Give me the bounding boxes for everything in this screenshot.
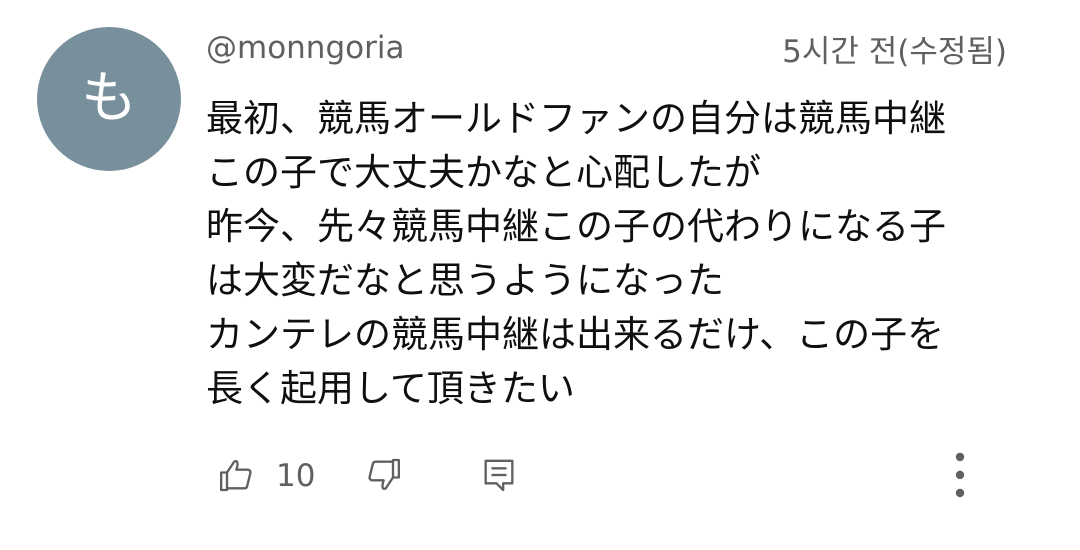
comment-body-line: 昨今、先々競馬中継この子の代わりになる子: [206, 205, 946, 248]
more-options-button[interactable]: [938, 446, 982, 504]
comment-timestamp: 5시간 전(수정됨): [782, 34, 1007, 70]
comment-item: も @monngoria 5시간 전(수정됨) 最初、競馬オールドファンの自分は…: [0, 0, 1080, 550]
thumbs-down-icon: [368, 458, 400, 490]
comment-body: 最初、競馬オールドファンの自分は競馬中継 この子で大丈夫かなと心配したが 昨今、…: [206, 92, 1026, 416]
thumbs-up-icon: [220, 460, 252, 492]
comment-body-line: 最初、競馬オールドファンの自分は競馬中継: [206, 97, 946, 140]
like-button[interactable]: [214, 452, 260, 498]
dislike-button[interactable]: [360, 452, 406, 498]
comment-body-line: は大変だなと思うようになった: [206, 259, 724, 302]
like-count: 10: [276, 458, 316, 494]
comment-body-line: この子で大丈夫かなと心配したが: [206, 151, 761, 194]
avatar[interactable]: も: [37, 27, 181, 171]
comment-actions: 10: [0, 448, 1080, 504]
reply-icon: [484, 459, 514, 492]
avatar-initial: も: [81, 66, 137, 131]
comment-body-line: カンテレの競馬中継は出来るだけ、この子を: [206, 313, 945, 356]
more-vertical-icon: [955, 452, 965, 498]
comment-body-line: 長く起用して頂きたい: [206, 367, 575, 410]
comment-author[interactable]: @monngoria: [206, 28, 404, 68]
reply-button[interactable]: [476, 452, 522, 498]
